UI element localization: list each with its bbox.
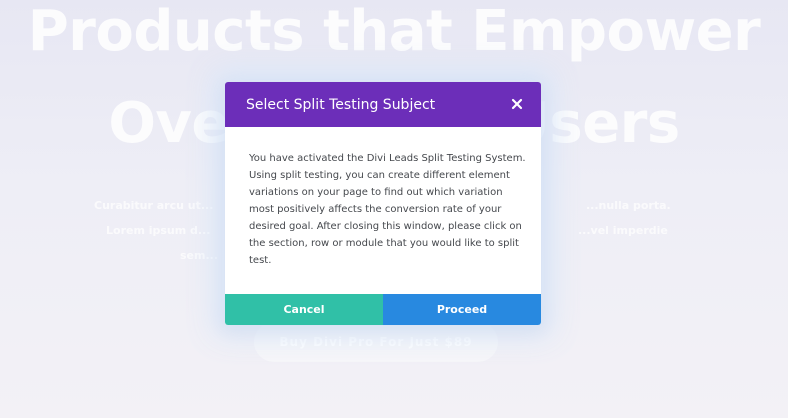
hero-description-fragment: Curabitur arcu ut... bbox=[94, 199, 214, 212]
modal-body-text: You have activated the Divi Leads Split … bbox=[249, 153, 526, 266]
modal-footer: Cancel Proceed bbox=[225, 294, 541, 325]
modal-title: Select Split Testing Subject bbox=[246, 97, 436, 113]
buy-divi-pro-button: Buy Divi Pro For Just $89 bbox=[254, 322, 498, 362]
hero-description-fragment: ...nulla porta. bbox=[586, 199, 671, 212]
hero-title-line-1: Products that Empower bbox=[27, 0, 761, 64]
split-testing-modal: Select Split Testing Subject You have ac… bbox=[225, 82, 541, 325]
close-icon-glyph bbox=[511, 98, 523, 110]
proceed-button[interactable]: Proceed bbox=[383, 294, 541, 325]
modal-header: Select Split Testing Subject bbox=[225, 82, 541, 127]
hero-description-fragment: sem... bbox=[180, 249, 219, 262]
hero-description-fragment: ...vel imperdie bbox=[578, 224, 668, 237]
cancel-button[interactable]: Cancel bbox=[225, 294, 383, 325]
close-icon[interactable] bbox=[508, 95, 526, 113]
hero-description-fragment: Lorem ipsum d... bbox=[106, 224, 211, 237]
